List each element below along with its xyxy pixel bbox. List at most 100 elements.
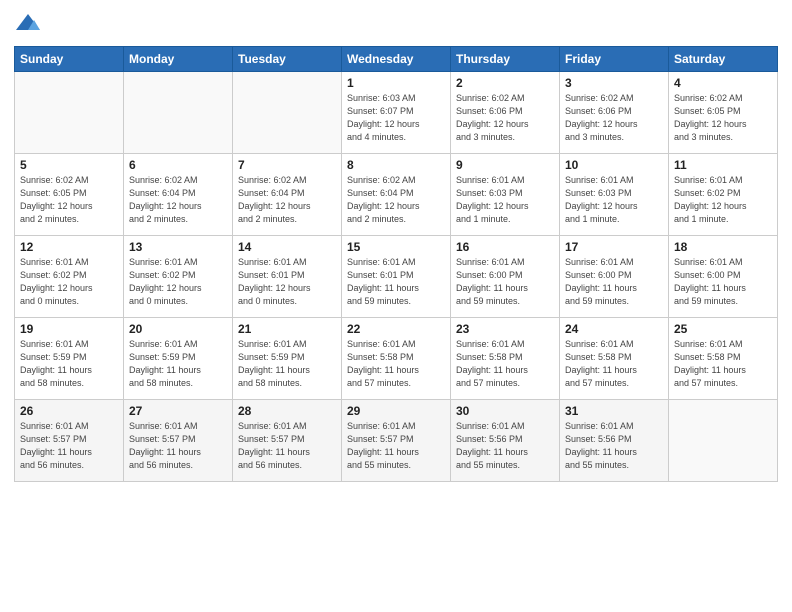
day-number: 27 (129, 404, 227, 418)
day-cell: 1 Sunrise: 6:03 AM Sunset: 6:07 PM Daylig… (342, 72, 451, 154)
day-cell: 6 Sunrise: 6:02 AM Sunset: 6:04 PM Daylig… (124, 154, 233, 236)
day-cell: 23Sunrise: 6:01 AM Sunset: 5:58 PM Dayli… (451, 318, 560, 400)
day-cell: 7Sunrise: 6:02 AM Sunset: 6:04 PM Daylig… (233, 154, 342, 236)
day-cell: 16 Sunrise: 6:01 AM Sunset: 6:00 PM Dayli… (451, 236, 560, 318)
day-cell: 31 Sunrise: 6:01 AM Sunset: 5:56 PM Dayli… (560, 400, 669, 482)
weekday-header-tuesday: Tuesday (233, 47, 342, 72)
day-number: 21 (238, 322, 336, 336)
day-number: 31 (565, 404, 663, 418)
day-info: Sunrise: 6:02 AM Sunset: 6:05 PM Dayligh… (20, 174, 118, 226)
day-number: 20 (129, 322, 227, 336)
day-number: 2 (456, 76, 554, 90)
day-number: 12 (20, 240, 118, 254)
day-number: 17 (565, 240, 663, 254)
day-info: Sunrise: 6:01 AM Sunset: 5:59 PM Dayligh… (20, 338, 118, 390)
weekday-header-saturday: Saturday (669, 47, 778, 72)
day-cell (669, 400, 778, 482)
day-number: 30 (456, 404, 554, 418)
day-number: 28 (238, 404, 336, 418)
day-cell: 30 Sunrise: 6:01 AM Sunset: 5:56 PM Dayli… (451, 400, 560, 482)
day-info: Sunrise: 6:01 AM Sunset: 5:59 PM Dayligh… (129, 338, 227, 390)
weekday-header-friday: Friday (560, 47, 669, 72)
day-info: Sunrise: 6:01 AM Sunset: 5:57 PM Dayligh… (347, 420, 445, 472)
day-cell: 8 Sunrise: 6:02 AM Sunset: 6:04 PM Daylig… (342, 154, 451, 236)
day-number: 24 (565, 322, 663, 336)
day-info: Sunrise: 6:01 AM Sunset: 6:00 PM Dayligh… (674, 256, 772, 308)
day-cell: 17 Sunrise: 6:01 AM Sunset: 6:00 PM Dayli… (560, 236, 669, 318)
day-number: 22 (347, 322, 445, 336)
weekday-header-row: SundayMondayTuesdayWednesdayThursdayFrid… (15, 47, 778, 72)
day-info: Sunrise: 6:02 AM Sunset: 6:04 PM Dayligh… (347, 174, 445, 226)
day-cell (124, 72, 233, 154)
day-cell: 29Sunrise: 6:01 AM Sunset: 5:57 PM Dayli… (342, 400, 451, 482)
day-cell: 24Sunrise: 6:01 AM Sunset: 5:58 PM Dayli… (560, 318, 669, 400)
day-number: 25 (674, 322, 772, 336)
day-info: Sunrise: 6:01 AM Sunset: 5:58 PM Dayligh… (456, 338, 554, 390)
day-cell: 26 Sunrise: 6:01 AM Sunset: 5:57 PM Dayli… (15, 400, 124, 482)
day-cell: 18 Sunrise: 6:01 AM Sunset: 6:00 PM Dayli… (669, 236, 778, 318)
day-number: 18 (674, 240, 772, 254)
day-info: Sunrise: 6:01 AM Sunset: 6:02 PM Dayligh… (20, 256, 118, 308)
day-info: Sunrise: 6:01 AM Sunset: 5:57 PM Dayligh… (238, 420, 336, 472)
weekday-header-wednesday: Wednesday (342, 47, 451, 72)
day-info: Sunrise: 6:01 AM Sunset: 5:56 PM Dayligh… (565, 420, 663, 472)
day-cell (15, 72, 124, 154)
day-number: 19 (20, 322, 118, 336)
day-cell: 25Sunrise: 6:01 AM Sunset: 5:58 PM Dayli… (669, 318, 778, 400)
weekday-header-monday: Monday (124, 47, 233, 72)
day-number: 26 (20, 404, 118, 418)
day-cell: 10 Sunrise: 6:01 AM Sunset: 6:03 PM Dayli… (560, 154, 669, 236)
day-number: 16 (456, 240, 554, 254)
day-info: Sunrise: 6:03 AM Sunset: 6:07 PM Dayligh… (347, 92, 445, 144)
day-info: Sunrise: 6:01 AM Sunset: 5:57 PM Dayligh… (20, 420, 118, 472)
day-cell: 11 Sunrise: 6:01 AM Sunset: 6:02 PM Dayli… (669, 154, 778, 236)
day-number: 3 (565, 76, 663, 90)
header (14, 10, 778, 38)
day-number: 11 (674, 158, 772, 172)
day-info: Sunrise: 6:01 AM Sunset: 6:00 PM Dayligh… (456, 256, 554, 308)
day-number: 5 (20, 158, 118, 172)
day-info: Sunrise: 6:01 AM Sunset: 5:56 PM Dayligh… (456, 420, 554, 472)
day-info: Sunrise: 6:02 AM Sunset: 6:06 PM Dayligh… (565, 92, 663, 144)
logo (14, 10, 44, 38)
day-info: Sunrise: 6:01 AM Sunset: 6:01 PM Dayligh… (347, 256, 445, 308)
day-cell: 15 Sunrise: 6:01 AM Sunset: 6:01 PM Dayli… (342, 236, 451, 318)
day-info: Sunrise: 6:01 AM Sunset: 6:02 PM Dayligh… (674, 174, 772, 226)
week-row-5: 26 Sunrise: 6:01 AM Sunset: 5:57 PM Dayli… (15, 400, 778, 482)
day-cell (233, 72, 342, 154)
day-cell: 21 Sunrise: 6:01 AM Sunset: 5:59 PM Dayli… (233, 318, 342, 400)
day-cell: 20 Sunrise: 6:01 AM Sunset: 5:59 PM Dayli… (124, 318, 233, 400)
calendar-table: SundayMondayTuesdayWednesdayThursdayFrid… (14, 46, 778, 482)
week-row-1: 1 Sunrise: 6:03 AM Sunset: 6:07 PM Daylig… (15, 72, 778, 154)
day-info: Sunrise: 6:01 AM Sunset: 6:03 PM Dayligh… (565, 174, 663, 226)
day-number: 8 (347, 158, 445, 172)
week-row-2: 5 Sunrise: 6:02 AM Sunset: 6:05 PM Daylig… (15, 154, 778, 236)
day-cell: 13 Sunrise: 6:01 AM Sunset: 6:02 PM Dayli… (124, 236, 233, 318)
day-cell: 19 Sunrise: 6:01 AM Sunset: 5:59 PM Dayli… (15, 318, 124, 400)
day-cell: 27 Sunrise: 6:01 AM Sunset: 5:57 PM Dayli… (124, 400, 233, 482)
day-number: 6 (129, 158, 227, 172)
day-cell: 22Sunrise: 6:01 AM Sunset: 5:58 PM Dayli… (342, 318, 451, 400)
weekday-header-sunday: Sunday (15, 47, 124, 72)
day-number: 9 (456, 158, 554, 172)
day-info: Sunrise: 6:01 AM Sunset: 6:02 PM Dayligh… (129, 256, 227, 308)
day-number: 15 (347, 240, 445, 254)
day-cell: 2 Sunrise: 6:02 AM Sunset: 6:06 PM Daylig… (451, 72, 560, 154)
day-number: 1 (347, 76, 445, 90)
day-cell: 14 Sunrise: 6:01 AM Sunset: 6:01 PM Dayli… (233, 236, 342, 318)
day-info: Sunrise: 6:02 AM Sunset: 6:06 PM Dayligh… (456, 92, 554, 144)
day-info: Sunrise: 6:01 AM Sunset: 5:59 PM Dayligh… (238, 338, 336, 390)
weekday-header-thursday: Thursday (451, 47, 560, 72)
day-cell: 4Sunrise: 6:02 AM Sunset: 6:05 PM Daylig… (669, 72, 778, 154)
day-number: 14 (238, 240, 336, 254)
day-number: 10 (565, 158, 663, 172)
day-info: Sunrise: 6:01 AM Sunset: 6:01 PM Dayligh… (238, 256, 336, 308)
day-info: Sunrise: 6:02 AM Sunset: 6:05 PM Dayligh… (674, 92, 772, 144)
day-info: Sunrise: 6:01 AM Sunset: 5:57 PM Dayligh… (129, 420, 227, 472)
page: SundayMondayTuesdayWednesdayThursdayFrid… (0, 0, 792, 612)
day-number: 7 (238, 158, 336, 172)
day-number: 13 (129, 240, 227, 254)
day-info: Sunrise: 6:02 AM Sunset: 6:04 PM Dayligh… (129, 174, 227, 226)
day-info: Sunrise: 6:01 AM Sunset: 6:00 PM Dayligh… (565, 256, 663, 308)
day-info: Sunrise: 6:01 AM Sunset: 6:03 PM Dayligh… (456, 174, 554, 226)
